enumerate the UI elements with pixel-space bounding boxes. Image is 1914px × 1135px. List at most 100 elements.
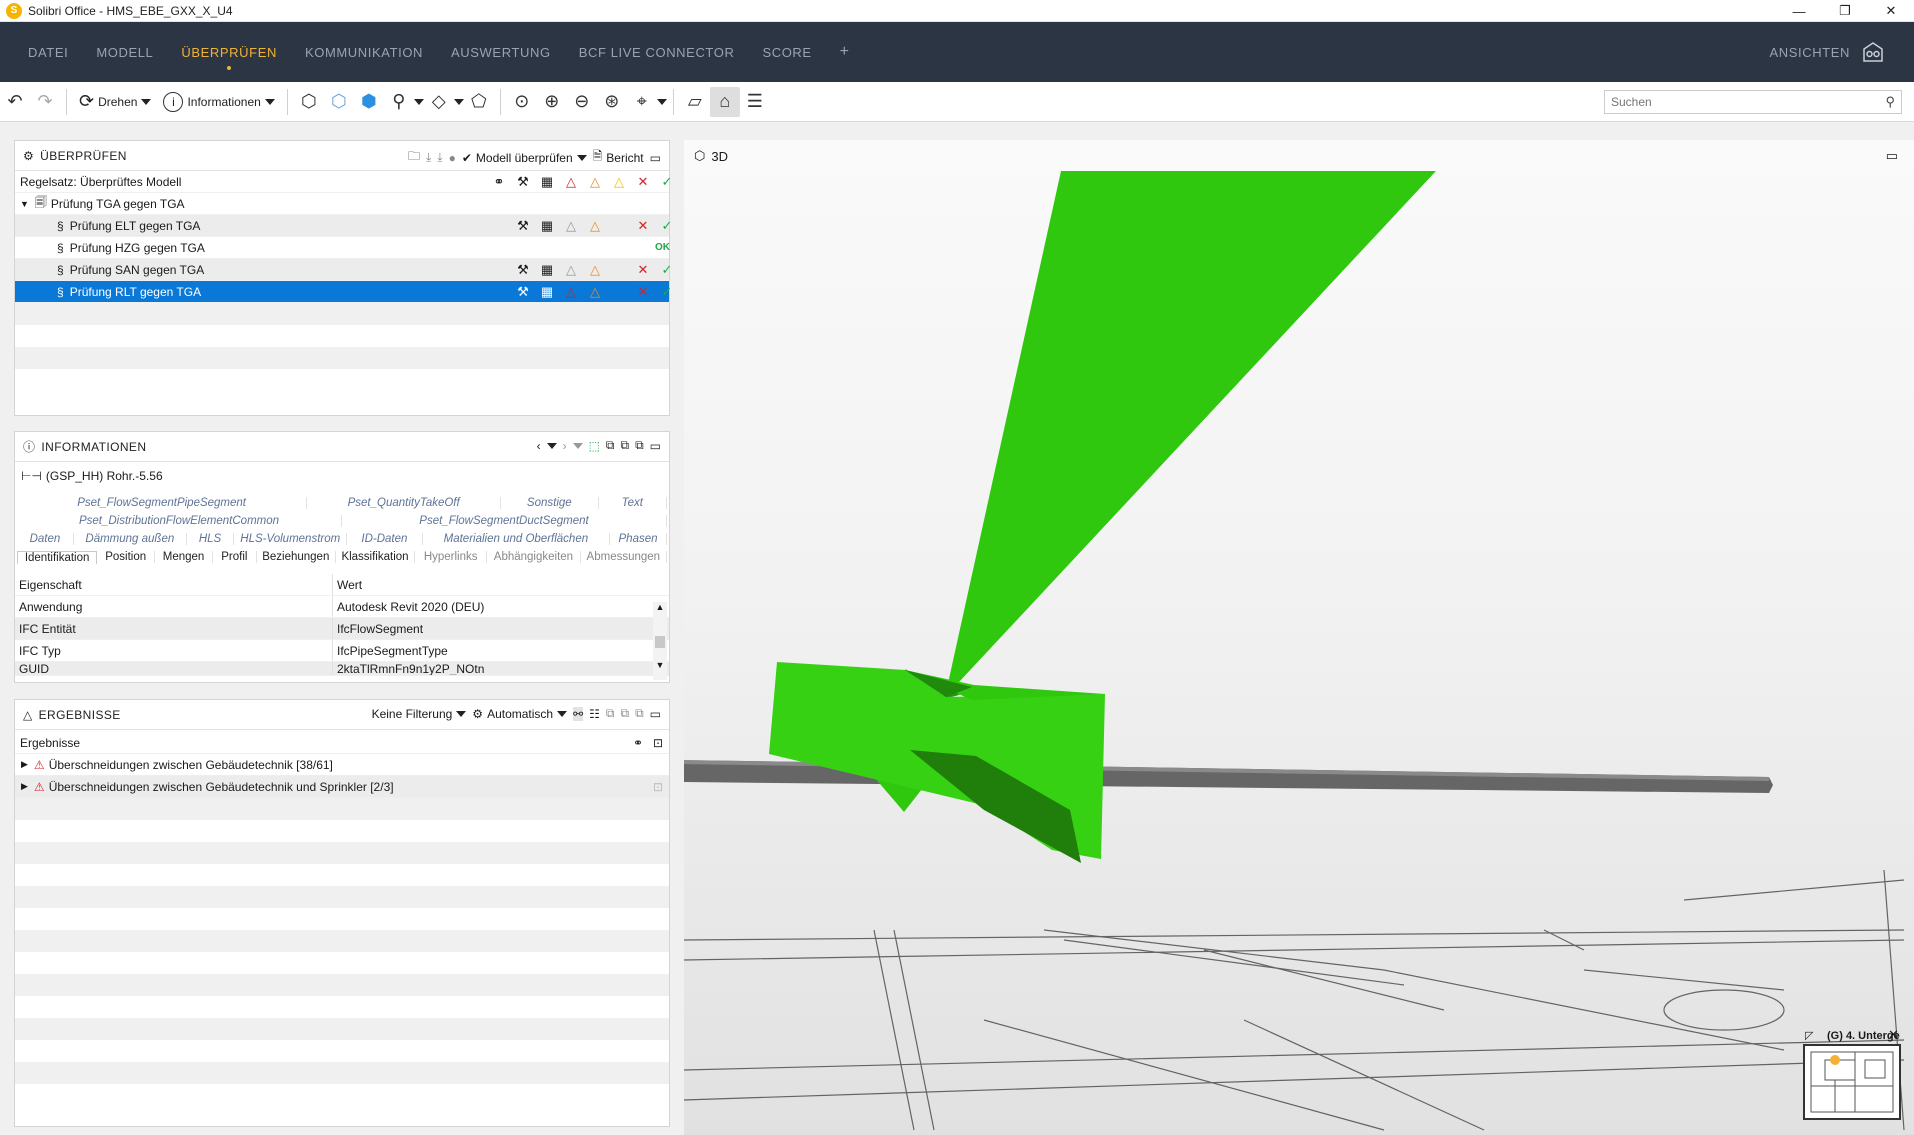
views-menu[interactable]: ANSICHTEN <box>1769 45 1850 60</box>
tab-phasen[interactable]: Phasen <box>610 533 667 545</box>
attachment-icon[interactable]: ⚭ <box>633 736 643 750</box>
scroll-up-icon[interactable]: ▲ <box>653 602 667 612</box>
critical-issue-icon[interactable]: △ <box>559 174 583 190</box>
list-icon[interactable]: ☷ <box>589 707 600 721</box>
close-button[interactable]: ✕ <box>1868 0 1914 22</box>
property-row[interactable]: Anwendung Autodesk Revit 2020 (DEU) <box>15 596 669 618</box>
report-button[interactable]: 🗎 Bericht <box>593 147 644 168</box>
view-mode-label[interactable]: ⬡ 3D <box>694 148 728 164</box>
maximize-panel-icon[interactable]: ▭ <box>650 707 661 721</box>
open-folder-icon[interactable]: 🗀 <box>408 147 420 168</box>
rule-row[interactable]: § Prüfung ELT gegen TGA ⚒ ▦ △ △ ✕ ✓ <box>15 215 672 237</box>
rotate-dropdown[interactable]: ⟳ Drehen <box>79 91 152 112</box>
add-tab-button[interactable]: + <box>840 43 849 61</box>
ruleset-group-row[interactable]: ▼ 🗐 Prüfung TGA gegen TGA <box>15 193 669 215</box>
isolate-components-icon[interactable]: ⬢ <box>354 87 384 117</box>
copy-icon[interactable]: ⧉ <box>606 438 615 453</box>
column-header-property[interactable]: Eigenschaft <box>15 574 333 595</box>
tab-hls[interactable]: HLS <box>187 533 235 545</box>
rule-row-selected[interactable]: § Prüfung RLT gegen TGA ⚒ ▦ △ △ ✕ ✓ <box>15 281 672 303</box>
maximize-viewport-icon[interactable]: ▭ <box>1886 148 1898 164</box>
save-icon[interactable]: ⤓ <box>437 150 442 165</box>
table-icon[interactable]: ▦ <box>535 284 559 300</box>
paste-icon[interactable]: ⧉ <box>621 438 630 453</box>
tab-pset-quantity[interactable]: Pset_QuantityTakeOff <box>307 497 502 509</box>
menu-datei[interactable]: DATEI <box>28 45 68 60</box>
expand-triangle-icon[interactable]: ▶ <box>15 781 28 792</box>
table-icon[interactable]: ▦ <box>535 174 559 190</box>
minimap-corner-icon[interactable]: ◸ <box>1805 1029 1813 1042</box>
accepted-icon[interactable]: ✓ <box>655 174 679 190</box>
property-row[interactable]: IFC Typ IfcPipeSegmentType <box>15 640 669 662</box>
tab-hls-volumenstrom[interactable]: HLS-Volumenstrom <box>234 533 348 545</box>
filter-properties-icon[interactable]: ⬚ <box>589 439 600 453</box>
tab-klassifikation[interactable]: Klassifikation <box>336 551 416 563</box>
tab-pset-flow-segment-pipe[interactable]: Pset_FlowSegmentPipeSegment <box>17 497 308 509</box>
expand-triangle-icon[interactable]: ▶ <box>15 759 28 770</box>
paste-icon[interactable]: ⧉ <box>621 706 630 721</box>
caret-down-icon[interactable] <box>453 98 464 105</box>
copy-icon[interactable]: ⧉ <box>606 706 615 721</box>
zoom-fit-icon[interactable]: ⊙ <box>507 87 537 117</box>
tab-materialien[interactable]: Materialien und Oberflächen <box>423 533 611 545</box>
zoom-in-icon[interactable]: ⊕ <box>537 87 567 117</box>
tab-hyperlinks[interactable]: Hyperlinks <box>415 551 488 563</box>
rule-row[interactable]: § Prüfung HZG gegen TGA OK <box>15 237 670 259</box>
green-cone-shape[interactable] <box>945 171 1436 697</box>
tab-abhaengigkeiten[interactable]: Abhängigkeiten <box>487 551 581 563</box>
redo-icon[interactable]: ↷ <box>30 87 60 117</box>
property-row[interactable]: GUID 2ktaTlRmnFn9n1y2P_NOtn <box>15 662 669 676</box>
menu-ueberpruefen[interactable]: ÜBERPRÜFEN <box>181 45 277 70</box>
clipboard-icon[interactable]: ⧉ <box>635 438 644 453</box>
zoom-to-issue-icon[interactable]: ⊡ <box>653 736 663 750</box>
tab-pset-distribution[interactable]: Pset_DistributionFlowElementCommon <box>17 515 342 527</box>
wrench-icon[interactable]: ⚒ <box>511 284 535 300</box>
views-icon[interactable] <box>1862 41 1884 63</box>
scroll-down-icon[interactable]: ▼ <box>653 660 667 670</box>
tab-identifikation[interactable]: Identifikation <box>17 550 98 564</box>
clipboard-icon[interactable]: ⧉ <box>635 706 644 721</box>
wrench-icon[interactable]: ⚒ <box>511 174 535 190</box>
minimap-close-icon[interactable]: ✕ <box>1888 1027 1899 1043</box>
property-row[interactable]: IFC Entität IfcFlowSegment <box>15 618 669 640</box>
column-header-value[interactable]: Wert <box>333 578 362 592</box>
zoom-selection-icon[interactable]: ⊛ <box>597 87 627 117</box>
caret-down-icon[interactable] <box>546 442 557 449</box>
search-icon[interactable]: ⚲ <box>1885 94 1895 110</box>
table-icon[interactable]: ▦ <box>535 218 559 234</box>
zoom-out-icon[interactable]: ⊖ <box>567 87 597 117</box>
check-model-button[interactable]: ✔ Modell überprüfen <box>462 151 587 165</box>
stop-icon[interactable]: ● <box>449 151 456 165</box>
map-location-icon[interactable]: ⌂ <box>709 86 740 117</box>
section-box-icon[interactable]: ⬠ <box>464 87 494 117</box>
maximize-panel-icon[interactable]: ▭ <box>650 151 661 165</box>
floor-plan-icon[interactable]: ▱ <box>680 87 710 117</box>
information-dropdown[interactable]: i Informationen <box>163 91 275 112</box>
tab-sonstige[interactable]: Sonstige <box>501 497 599 509</box>
tab-profil[interactable]: Profil <box>213 551 257 563</box>
download-icon[interactable]: ⤓ <box>426 150 431 165</box>
moderate-issue-icon[interactable]: △ <box>583 174 607 190</box>
results-column-header[interactable]: Ergebnisse <box>15 736 80 750</box>
attachment-icon[interactable]: ⚭ <box>487 174 511 190</box>
3d-viewport[interactable]: ⬡ 3D ▭ <box>684 140 1914 1135</box>
zoom-to-issue-icon[interactable]: ⊡ <box>653 780 663 794</box>
maximize-panel-icon[interactable]: ▭ <box>650 439 661 453</box>
caret-down-icon[interactable] <box>656 98 667 105</box>
tab-daten[interactable]: Daten <box>17 533 74 545</box>
scroll-thumb[interactable] <box>655 636 665 648</box>
hide-components-icon[interactable]: ⬡ <box>324 87 354 117</box>
result-row[interactable]: ▶ ⚠ Überschneidungen zwischen Gebäudetec… <box>15 776 669 798</box>
automatic-dropdown[interactable]: ⚙ Automatisch <box>472 707 568 721</box>
layers-icon[interactable]: ☰ <box>740 87 770 117</box>
caret-down-icon[interactable] <box>572 442 583 449</box>
rule-row[interactable]: § Prüfung SAN gegen TGA ⚒ ▦ △ △ ✕ ✓ <box>15 259 672 281</box>
expand-triangle-icon[interactable]: ▼ <box>15 199 29 209</box>
property-scrollbar[interactable]: ▲ ▼ <box>653 602 667 680</box>
search-field[interactable]: ⚲ <box>1604 90 1902 114</box>
hierarchy-icon[interactable]: ⚯ <box>573 706 584 721</box>
undo-icon[interactable]: ↶ <box>0 87 30 117</box>
3d-model-scene[interactable] <box>684 140 1914 1135</box>
wrench-icon[interactable]: ⚒ <box>511 218 535 234</box>
rejected-icon[interactable]: ✕ <box>631 174 655 190</box>
